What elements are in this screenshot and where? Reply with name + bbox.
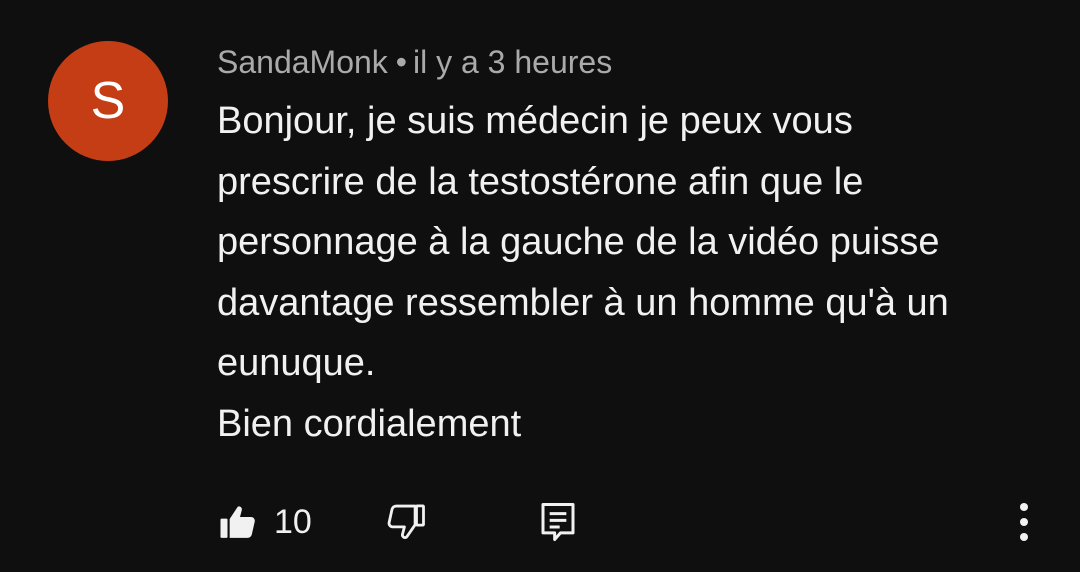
comment-text-line: Bonjour, je suis médecin je peux vous [217,100,853,142]
like-button[interactable]: 10 [218,494,312,550]
avatar[interactable]: S [48,41,168,161]
thumbs-up-icon [218,502,258,542]
comment-timestamp[interactable]: il y a 3 heures [413,44,612,80]
reply-button[interactable] [538,494,578,550]
dislike-button[interactable] [385,494,427,550]
comment-text: Bonjour, je suis médecin je peux vous pr… [217,91,1047,454]
comment-header: SandaMonk • il y a 3 heures [217,42,612,82]
comment-item: S SandaMonk • il y a 3 heures Bonjour, je … [0,0,1080,572]
more-options-button[interactable] [1012,494,1036,550]
thumbs-down-icon [385,501,427,543]
comment-text-line: personnage à la gauche de la vidéo puiss… [217,221,940,263]
author-name[interactable]: SandaMonk [217,44,388,80]
comment-text-line: davantage ressembler à un homme qu'à un [217,281,949,324]
comment-text-line: prescrire de la testostérone afin que le [217,160,864,203]
comment-text-line: Bien cordialement [217,402,522,445]
meta-separator: • [395,44,407,80]
more-vertical-icon [1012,500,1036,544]
comment-text-line: eunuque. [217,342,376,384]
like-count: 10 [274,502,312,541]
comment-actions: 10 [0,494,1080,554]
avatar-letter: S [90,72,126,130]
comment-reply-icon [538,500,578,544]
